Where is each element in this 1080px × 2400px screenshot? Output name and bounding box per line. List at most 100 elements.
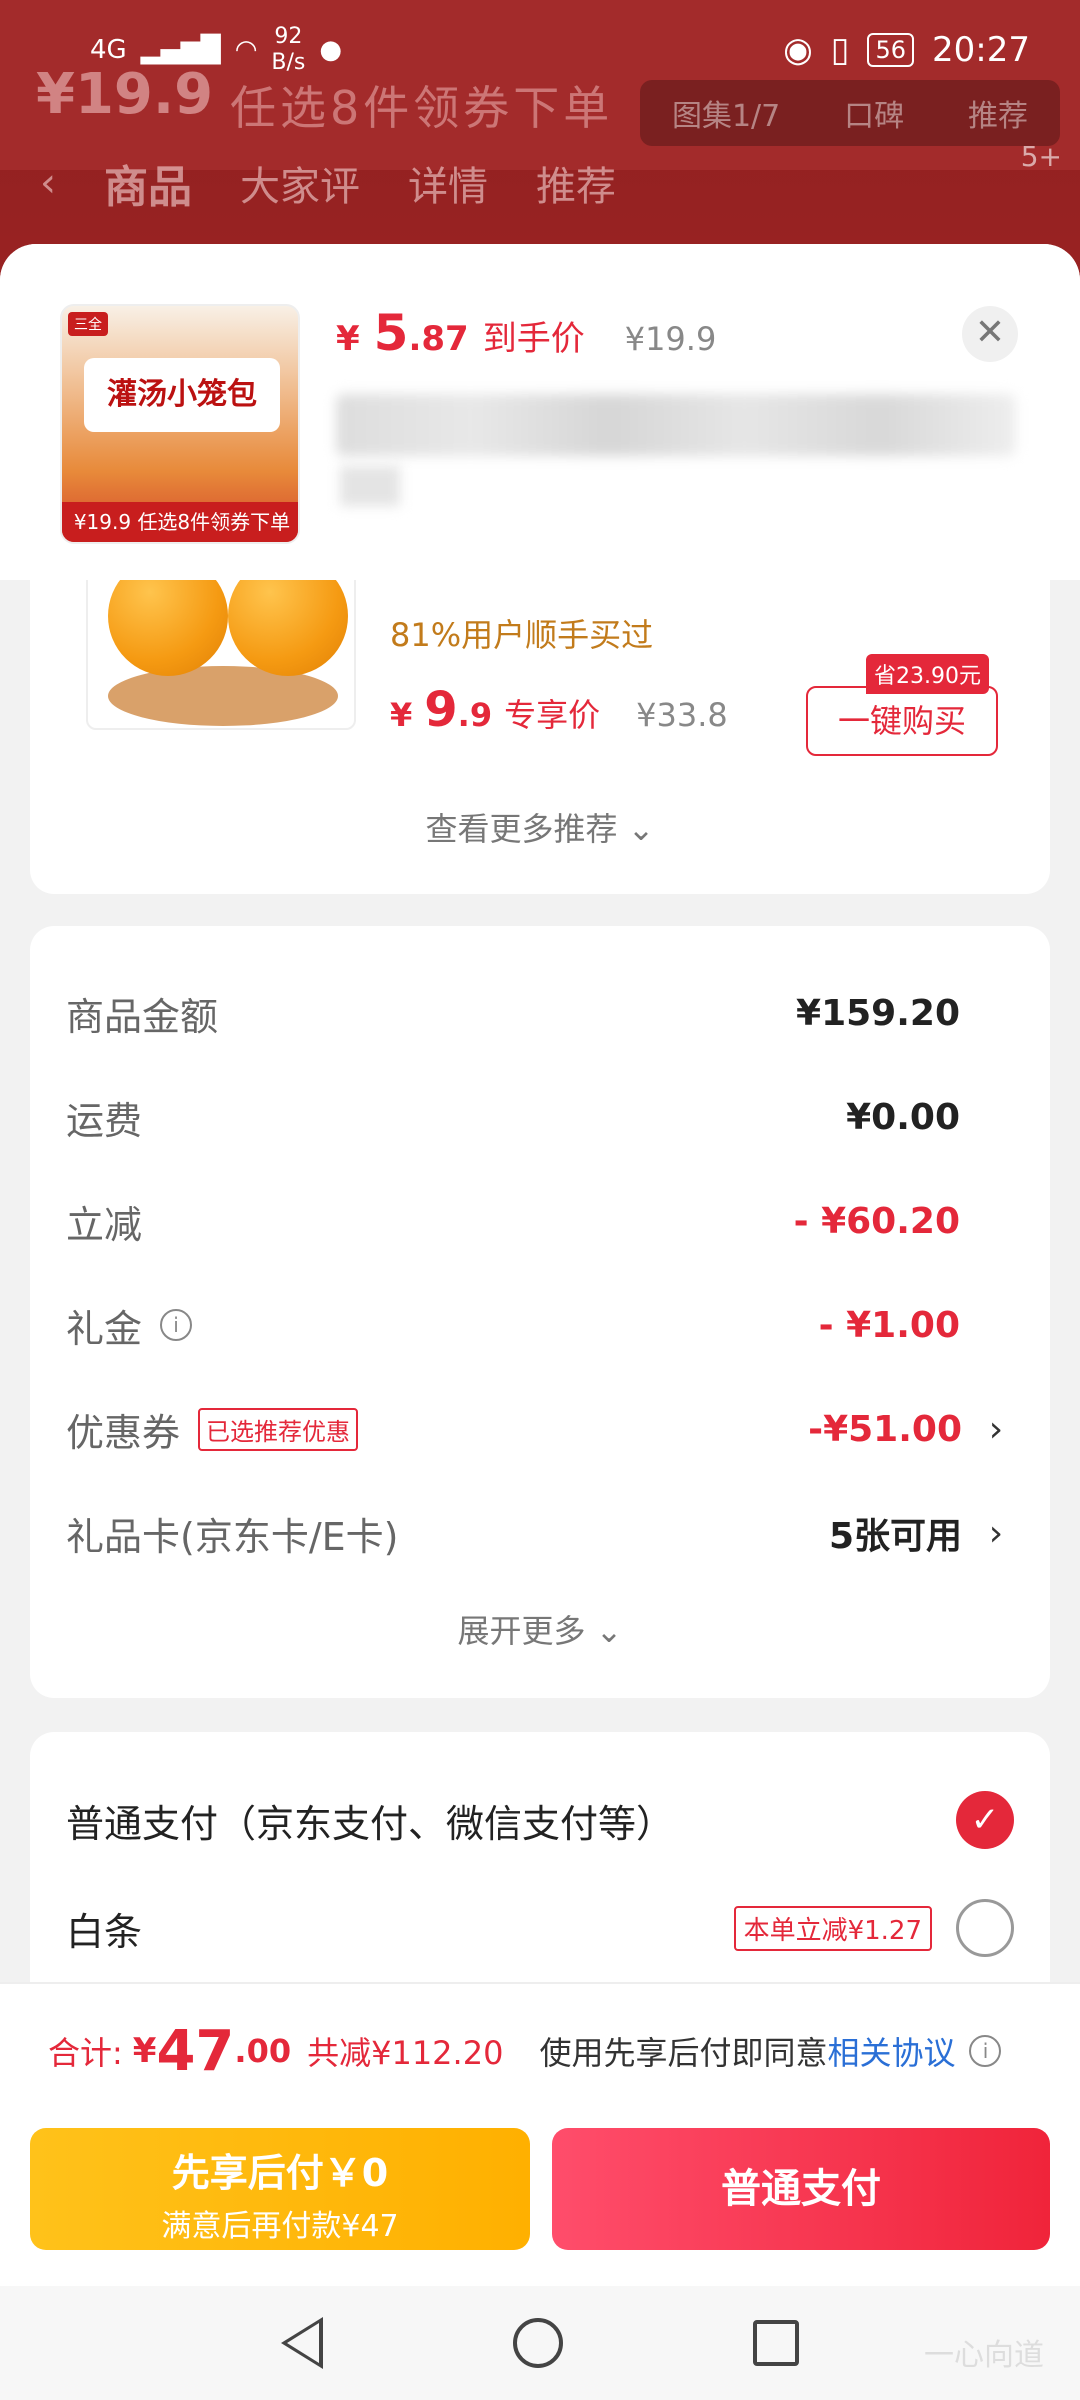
- thumbnail-price: ¥19.9: [73, 510, 132, 534]
- nav-tab-recommend: 推荐: [536, 164, 616, 210]
- pay-later-subtitle: 满意后再付款¥47: [161, 2209, 399, 2244]
- nav-home-icon[interactable]: [513, 2318, 563, 2368]
- payment-option-label: 普通支付（京东支付、微信支付等）: [66, 1801, 675, 1846]
- amount-value: 5张可用 ›: [829, 1507, 1014, 1559]
- price-label: 专享价: [504, 696, 601, 734]
- amount-label: 商品金额: [66, 994, 219, 1039]
- network-type: 4G: [90, 35, 127, 65]
- info-icon[interactable]: i: [160, 1309, 193, 1341]
- amount-value: ¥159.20: [796, 992, 960, 1034]
- wechat-icon: ●: [319, 35, 343, 65]
- amount-row-gift-card[interactable]: 礼品卡(京东卡/E卡) 5张可用 ›: [66, 1498, 1014, 1568]
- amount-label-text: 优惠券: [66, 1410, 181, 1455]
- amount-row-shipping: 运费 ¥0.00: [66, 1082, 1014, 1152]
- signal-icon: ▂▄▆█: [140, 35, 221, 65]
- chevron-right-icon: ›: [988, 1512, 1004, 1554]
- total-bar: 合计: ¥ 47 .00 共减¥112.20 使用先享后付即同意 相关协议 i: [0, 1982, 1080, 2118]
- thumbnail-strip: ¥19.9 任选8件领券下单: [62, 502, 298, 542]
- nav-tab-reviews: 大家评: [240, 164, 360, 210]
- amount-label: 礼金 i: [66, 1298, 193, 1353]
- agreement-link[interactable]: 相关协议: [827, 2028, 955, 2074]
- amount-value-text: -¥51.00: [808, 1408, 962, 1450]
- notification-badge: 5+: [1020, 140, 1062, 173]
- price-symbol: ¥: [336, 319, 360, 359]
- price-symbol: ¥: [390, 696, 413, 734]
- save-tag: 省23.90元: [866, 654, 989, 694]
- wifi-icon: ◠: [234, 35, 258, 65]
- original-price: ¥33.8: [636, 696, 728, 734]
- vibrate-icon: ▯: [830, 30, 850, 70]
- orange-shape: [108, 566, 228, 676]
- nav-tab-product: 商品: [104, 162, 192, 213]
- payment-option-label: 白条: [66, 1909, 143, 1954]
- nav-recent-icon[interactable]: [753, 2320, 799, 2366]
- expand-more-link[interactable]: 展开更多 ⌄: [30, 1606, 1050, 1652]
- total-label: 合计:: [48, 2034, 123, 2072]
- action-buttons: 先享后付￥0 满意后再付款¥47 普通支付: [0, 2118, 1080, 2286]
- blurred-spec-text-2: [340, 466, 400, 506]
- amount-value: - ¥60.20: [793, 1200, 960, 1242]
- pay-later-button[interactable]: 先享后付￥0 满意后再付款¥47: [30, 2128, 530, 2250]
- amount-label: 立减: [66, 1202, 143, 1247]
- network-speed: 92 B/s: [271, 24, 305, 76]
- network-speed-value: 92: [274, 24, 303, 49]
- amount-value: -¥51.00 ›: [808, 1409, 1014, 1450]
- total-saved: 共减¥112.20: [307, 2034, 504, 2072]
- amount-row-gift-money: 礼金 i - ¥1.00: [66, 1290, 1014, 1360]
- close-button[interactable]: ✕: [962, 306, 1018, 362]
- amount-row-goods: 商品金额 ¥159.20: [66, 978, 1014, 1048]
- payment-option-baitiao[interactable]: 白条 本单立减¥1.27: [66, 1888, 1014, 1968]
- amount-label-text: 礼金: [66, 1306, 143, 1351]
- radio-checked-icon[interactable]: ✓: [956, 1791, 1014, 1849]
- original-price: ¥19.9: [624, 320, 717, 358]
- amount-row-discount: 立减 - ¥60.20: [66, 1186, 1014, 1256]
- amount-value: - ¥1.00: [818, 1304, 960, 1346]
- price-decimal: .9: [457, 696, 493, 734]
- orange-shape: [228, 566, 348, 676]
- close-icon: ✕: [974, 312, 1006, 353]
- thumbnail-title: 灌汤小笼包: [84, 358, 280, 432]
- pay-later-title: 先享后付￥0: [171, 2151, 389, 2195]
- status-time: 20:27: [932, 30, 1030, 70]
- buy-rate-text: 81%用户顺手买过: [390, 616, 654, 654]
- product-thumbnail[interactable]: 三全 灌汤小笼包 ¥19.9 任选8件领券下单: [60, 304, 300, 544]
- amount-row-coupon[interactable]: 优惠券 已选推荐优惠 -¥51.00 ›: [66, 1394, 1014, 1464]
- total-decimal: .00: [234, 2032, 292, 2070]
- sheet-header: 三全 灌汤小笼包 ¥19.9 任选8件领券下单 ¥ 5 .87 到手价 ¥19.…: [0, 244, 1080, 580]
- eye-icon: ◉: [783, 30, 813, 70]
- amount-value: ¥0.00: [846, 1096, 960, 1138]
- total-integer: 47: [156, 2018, 235, 2084]
- recommendation-price: ¥ 9 .9 专享价 ¥33.8: [390, 682, 728, 738]
- total-symbol: ¥: [132, 2031, 157, 2071]
- one-click-buy-button[interactable]: 一键购买: [806, 686, 998, 756]
- back-icon: ‹: [40, 160, 56, 206]
- amounts-card: 商品金额 ¥159.20 运费 ¥0.00 立减 - ¥60.20 礼金 i -…: [30, 926, 1050, 1698]
- network-speed-unit: B/s: [271, 50, 306, 75]
- price-label: 到手价: [482, 319, 585, 359]
- amount-label: 优惠券 已选推荐优惠: [66, 1402, 359, 1457]
- agreement-text: 使用先享后付即同意: [539, 2034, 828, 2072]
- payment-option-normal[interactable]: 普通支付（京东支付、微信支付等） ✓: [66, 1780, 1014, 1860]
- thumbnail-brand-tag: 三全: [68, 312, 108, 336]
- baitiao-discount-tag: 本单立减¥1.27: [733, 1905, 932, 1951]
- nav-tab-details: 详情: [408, 164, 488, 210]
- info-icon[interactable]: i: [969, 2035, 1002, 2067]
- more-recommendations-link[interactable]: 查看更多推荐 ⌄: [30, 804, 1050, 850]
- nav-back-icon[interactable]: [281, 2317, 323, 2369]
- watermark: 一心向道: [924, 2338, 1044, 2373]
- battery-icon: 56: [867, 33, 915, 67]
- coupon-tag: 已选推荐优惠: [198, 1407, 359, 1451]
- price-decimal: .87: [408, 319, 469, 359]
- amount-value-text: 5张可用: [828, 1516, 962, 1557]
- radio-unchecked-icon[interactable]: [956, 1899, 1014, 1957]
- status-bar: 4G ▂▄▆█ ◠ 92 B/s ● ◉ ▯ 56 20:27: [0, 0, 1080, 100]
- recommended-product-image[interactable]: [86, 564, 356, 730]
- normal-pay-button[interactable]: 普通支付: [552, 2128, 1050, 2250]
- chevron-right-icon: ›: [988, 1408, 1004, 1450]
- plate-shape: [108, 666, 338, 726]
- background-nav: ‹ 商品 大家评 详情 推荐: [0, 148, 1080, 218]
- price-integer: 9: [424, 682, 458, 738]
- amount-label: 运费: [66, 1098, 143, 1143]
- amount-label: 礼品卡(京东卡/E卡): [66, 1514, 399, 1559]
- final-price: ¥ 5 .87 到手价 ¥19.9: [336, 304, 716, 362]
